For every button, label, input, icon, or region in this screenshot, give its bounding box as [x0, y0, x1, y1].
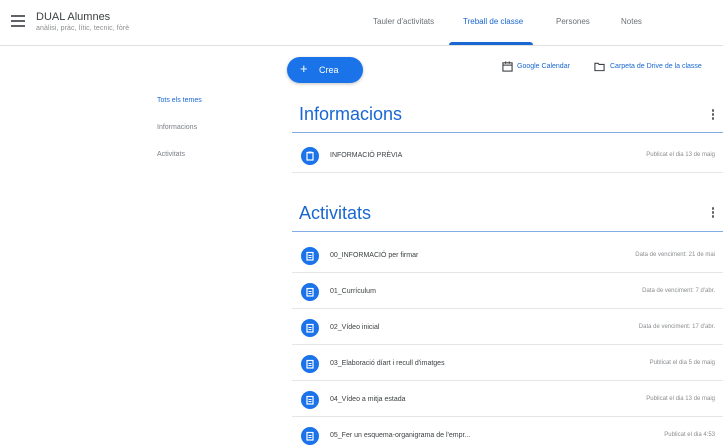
list-item[interactable]: 02_Vídeo inicial Data de venciment: 17 d…	[292, 312, 723, 345]
item-title: 02_Vídeo inicial	[330, 324, 380, 331]
calendar-icon[interactable]	[502, 61, 513, 72]
assignment-icon	[301, 427, 319, 445]
list-item[interactable]: 03_Elaboració díart i recull d'imatges P…	[292, 348, 723, 381]
item-title: INFORMACIÓ PRÈVIA	[330, 152, 403, 159]
tab-grades[interactable]: Notes	[621, 17, 642, 26]
folder-icon[interactable]	[594, 61, 605, 72]
create-button[interactable]: + Crea	[287, 57, 363, 83]
drive-folder-link[interactable]: Carpeta de Drive de la classe	[610, 63, 702, 70]
item-meta: Publicat el dia 13 de maig	[646, 396, 715, 402]
sidebar-item-activitats[interactable]: Activitats	[157, 151, 185, 158]
item-meta: Data de venciment: 21 de mai	[635, 252, 715, 258]
google-calendar-link[interactable]: Google Calendar	[517, 63, 570, 70]
list-item[interactable]: 01_Currículum Data de venciment: 7 d'abr…	[292, 276, 723, 309]
item-meta: Publicat el dia 4:53	[664, 432, 715, 438]
item-title: 04_Vídeo a mitja estada	[330, 396, 406, 403]
list-item[interactable]: INFORMACIÓ PRÈVIA Publicat el dia 13 de …	[292, 140, 723, 173]
item-title: 03_Elaboració díart i recull d'imatges	[330, 360, 445, 367]
sidebar-item-all-topics[interactable]: Tots els temes	[157, 97, 202, 104]
item-meta: Publicat el dia 5 de maig	[649, 360, 715, 366]
item-meta: Data de venciment: 7 d'abr.	[642, 288, 715, 294]
section-divider	[292, 132, 723, 133]
tab-stream[interactable]: Tauler d'activitats	[373, 17, 434, 26]
list-item[interactable]: 00_INFORMACIÓ per firmar Data de vencime…	[292, 240, 723, 273]
item-meta: Data de venciment: 17 d'abr.	[638, 324, 715, 330]
assignment-icon	[301, 247, 319, 265]
sidebar-item-informacions[interactable]: Informacions	[157, 124, 197, 131]
hamburger-menu-icon[interactable]	[11, 15, 25, 27]
section-title-informacions: Informacions	[299, 104, 403, 124]
tab-people[interactable]: Persones	[556, 17, 590, 26]
list-item[interactable]: 05_Fer un esquema-organigrama de l'empr.…	[292, 420, 723, 445]
list-item[interactable]: 04_Vídeo a mitja estada Publicat el dia …	[292, 384, 723, 417]
more-options-icon[interactable]	[711, 207, 715, 219]
item-title: 01_Currículum	[330, 288, 376, 295]
tab-classwork[interactable]: Treball de classe	[463, 17, 523, 26]
section-divider	[292, 231, 723, 232]
assignment-icon	[301, 355, 319, 373]
section-title-activitats: Activitats	[299, 203, 372, 223]
top-bar: DUAL Alumnes anàlisi, pràc, lític, tecni…	[0, 0, 723, 46]
assignment-icon	[301, 283, 319, 301]
material-icon	[301, 147, 319, 165]
item-meta: Publicat el dia 13 de maig	[646, 152, 715, 158]
item-title: 05_Fer un esquema-organigrama de l'empr.…	[330, 432, 471, 439]
class-title[interactable]: DUAL Alumnes	[36, 11, 110, 23]
create-button-label: Crea	[319, 65, 339, 75]
active-tab-indicator	[449, 42, 533, 45]
class-subtitle: anàlisi, pràc, lític, tecnic, fòrè	[36, 25, 130, 32]
assignment-icon	[301, 319, 319, 337]
item-title: 00_INFORMACIÓ per firmar	[330, 252, 419, 259]
plus-icon: +	[300, 61, 308, 76]
assignment-icon	[301, 391, 319, 409]
more-options-icon[interactable]	[711, 109, 715, 121]
